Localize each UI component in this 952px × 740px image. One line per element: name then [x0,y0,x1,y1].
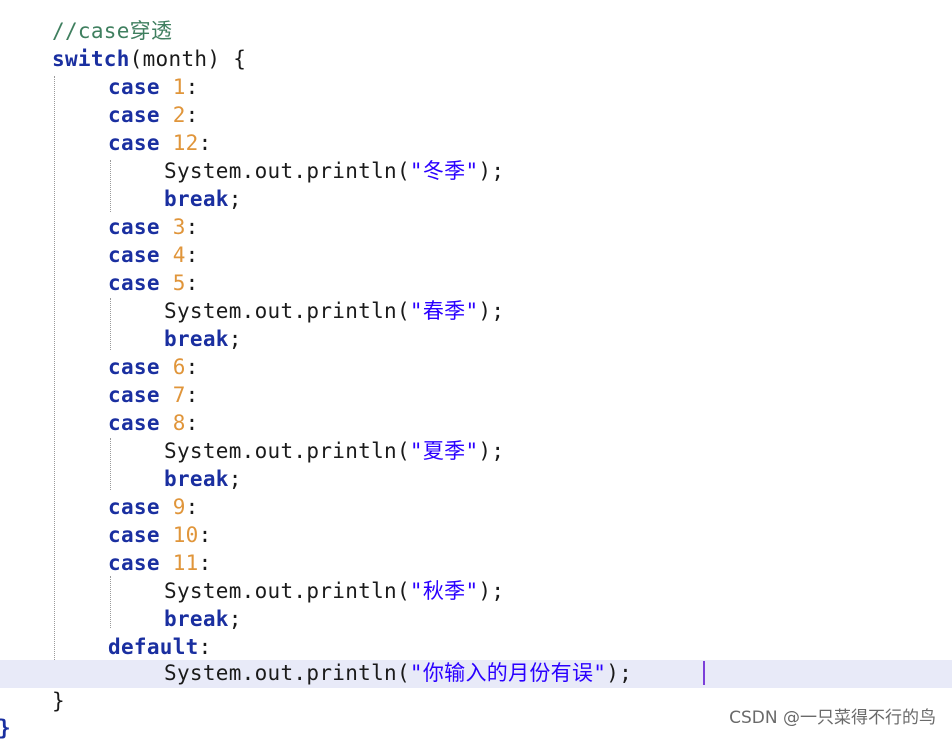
code-editor[interactable]: //case穿透 switch(month) {case 1: case 2: cas… [0,0,952,736]
code-token-num: 5 [172,271,186,295]
code-token-num: 9 [172,495,186,519]
code-line[interactable]: case 6: [0,354,952,382]
code-token-num: 7 [172,383,186,407]
code-token-kw: break [164,187,229,211]
code-token-plain: System.out.println( [164,661,410,685]
code-token-kw: case [108,271,173,295]
code-line[interactable]: case 12: [0,130,952,158]
code-token-kw: case [108,131,173,155]
code-line[interactable]: case 10: [0,522,952,550]
code-token-num: 8 [172,411,186,435]
code-line[interactable]: case 9: [0,494,952,522]
code-line[interactable]: case 3: [0,214,952,242]
code-token-plain: : [185,383,199,407]
code-line-current[interactable]: System.out.println("你输入的月份有误"); [0,660,952,688]
code-token-str: "你输入的月份有误" [409,661,607,685]
code-token-num: 2 [172,103,186,127]
outer-closing-brace: } [0,716,11,740]
code-token-plain: System.out.println( [164,579,410,603]
code-token-num: 12 [172,131,199,155]
code-token-plain: ; [228,607,242,631]
code-token-kw: case [108,75,173,99]
code-token-plain: : [185,411,199,435]
code-token-plain: : [198,551,212,575]
code-token-plain: ); [478,159,505,183]
code-token-plain: : [198,523,212,547]
code-token-plain: : [198,131,212,155]
code-token-comment: //case穿透 [52,19,173,43]
code-line[interactable]: switch(month) { [0,46,952,74]
code-token-num: 1 [172,75,186,99]
code-token-str: "秋季" [409,579,479,603]
code-token-plain: ; [228,467,242,491]
code-token-plain: : [185,75,199,99]
code-token-kw: break [164,327,229,351]
code-line[interactable]: case 7: [0,382,952,410]
code-token-num: 11 [172,551,199,575]
code-token-kw: case [108,243,173,267]
code-line[interactable]: case 5: [0,270,952,298]
code-token-plain: ); [478,579,505,603]
code-token-kw: break [164,467,229,491]
code-line[interactable]: System.out.println("秋季"); [0,578,952,606]
code-token-plain: ); [606,661,633,685]
code-token-num: 10 [172,523,199,547]
code-line[interactable]: case 4: [0,242,952,270]
code-token-kw: case [108,103,173,127]
code-token-kw: case [108,215,173,239]
code-line[interactable]: break; [0,466,952,494]
code-token-plain: : [185,243,199,267]
code-token-plain: System.out.println( [164,439,410,463]
code-token-plain: : [185,215,199,239]
code-line[interactable]: break; [0,186,952,214]
code-token-kw: case [108,383,173,407]
code-token-kw: case [108,355,173,379]
code-token-plain: : [185,103,199,127]
code-token-plain: (month) { [129,47,247,71]
code-token-str: "冬季" [409,159,479,183]
code-token-plain: } [52,689,65,713]
code-line[interactable]: System.out.println("夏季"); [0,438,952,466]
code-token-num: 4 [172,243,186,267]
code-token-plain: ); [478,439,505,463]
code-token-kw: break [164,607,229,631]
code-token-plain: ; [228,327,242,351]
code-token-plain: ); [478,299,505,323]
code-token-plain: System.out.println( [164,299,410,323]
code-token-num: 6 [172,355,186,379]
code-token-plain: : [185,355,199,379]
code-token-str: "夏季" [409,439,479,463]
code-line[interactable]: case 8: [0,410,952,438]
code-line[interactable]: break; [0,326,952,354]
code-line[interactable]: case 2: [0,102,952,130]
code-token-kw: default [108,635,199,659]
text-caret [703,661,705,685]
code-line[interactable]: System.out.println("春季"); [0,298,952,326]
code-line[interactable]: case 11: [0,550,952,578]
code-line[interactable]: //case穿透 [0,18,952,46]
watermark: CSDN @一只菜得不行的鸟 [729,708,936,728]
code-token-kw: case [108,495,173,519]
code-token-plain: : [198,635,212,659]
code-token-num: 3 [172,215,186,239]
code-line[interactable]: default: [0,634,952,662]
code-line[interactable]: System.out.println("冬季"); [0,158,952,186]
code-line[interactable]: break; [0,606,952,634]
code-token-kw: case [108,411,173,435]
code-token-plain: System.out.println( [164,159,410,183]
code-token-kw: case [108,523,173,547]
code-line[interactable]: case 1: [0,74,952,102]
code-token-plain: : [185,271,199,295]
code-token-kw: case [108,551,173,575]
code-token-plain: : [185,495,199,519]
code-token-kw: switch [52,47,130,71]
code-token-str: "春季" [409,299,479,323]
code-token-plain: ; [228,187,242,211]
